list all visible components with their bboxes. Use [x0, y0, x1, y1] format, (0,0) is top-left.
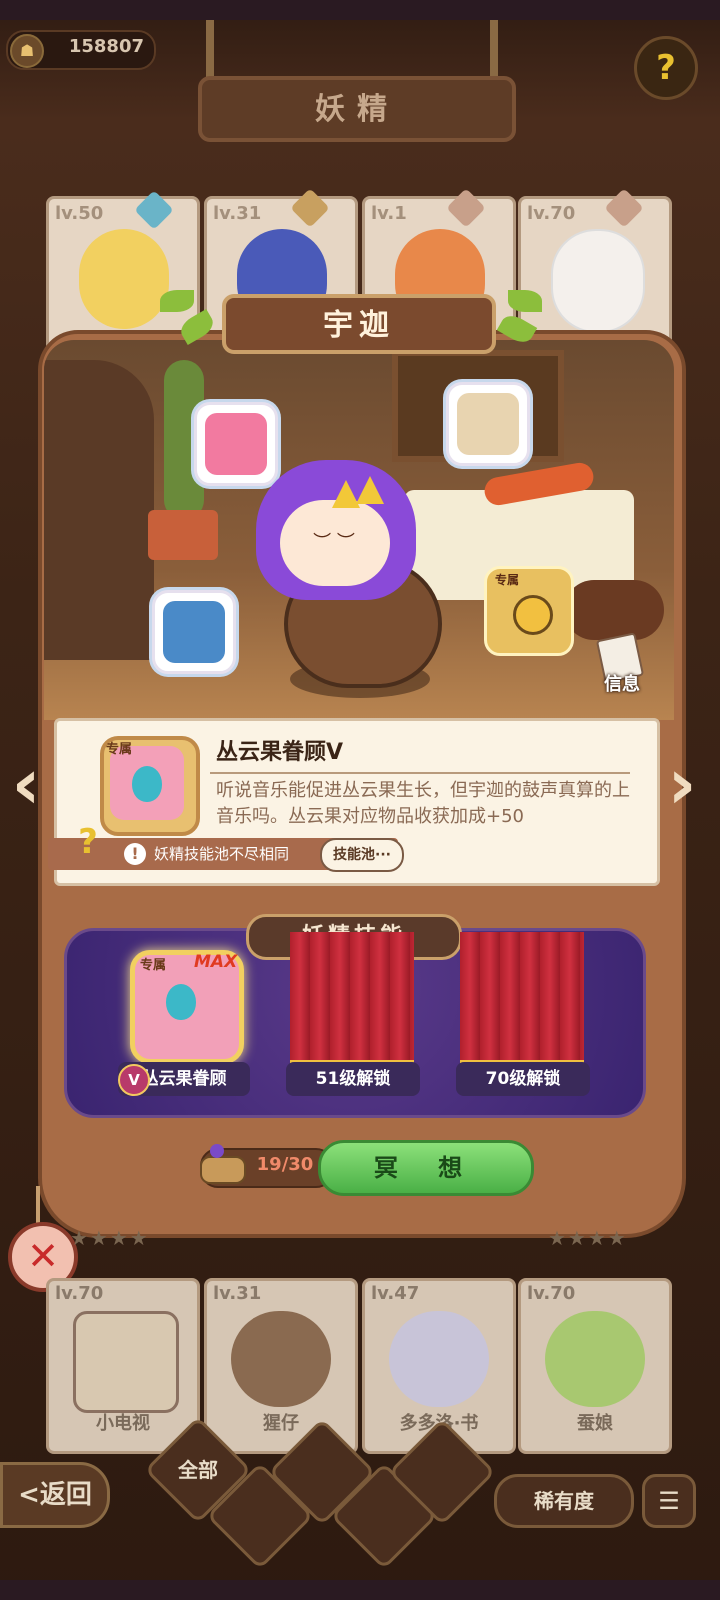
- bee-icon: [513, 595, 553, 635]
- card-level: lv.31: [213, 1283, 262, 1304]
- skill-pool-button[interactable]: 技能池···: [320, 838, 404, 872]
- bottom-strip: [0, 1580, 720, 1600]
- fairy-portrait: [73, 1311, 179, 1413]
- fairy-portrait: [79, 229, 169, 329]
- mood-bubble[interactable]: [194, 402, 278, 486]
- meditate-button[interactable]: 冥 想: [318, 1140, 534, 1196]
- top-strip: [0, 0, 720, 20]
- cloud-fruit-icon: [166, 984, 196, 1020]
- fairy-portrait: [551, 229, 645, 333]
- pot-bubble[interactable]: [152, 590, 236, 674]
- angry-face-icon: [205, 413, 267, 475]
- max-badge: MAX: [194, 952, 238, 972]
- star-rating: ★★★★: [548, 1226, 628, 1250]
- card-level: lv.50: [55, 203, 104, 224]
- locked-slot-curtain[interactable]: [290, 932, 414, 1068]
- wood-bundle-icon: [196, 1142, 246, 1188]
- flower-pot: [148, 510, 218, 560]
- staircase: [44, 360, 154, 660]
- exclusive-tag: 专属: [106, 742, 133, 757]
- closed-eyes-icon: ︶ ︶: [313, 532, 355, 553]
- cloud-fruit-icon: [132, 766, 162, 802]
- meditation-count: 19/30: [256, 1154, 314, 1175]
- locked-slot-curtain[interactable]: [460, 932, 584, 1068]
- star-rating: ★★★★: [70, 1226, 150, 1250]
- fairy-portrait: [231, 1311, 331, 1407]
- skill-slot-label: 70级解锁: [456, 1062, 590, 1096]
- currency-amount: 158807: [68, 36, 144, 57]
- card-level: lv.47: [371, 1283, 420, 1304]
- next-fairy-arrow[interactable]: ›: [660, 746, 704, 822]
- card-level: lv.31: [213, 203, 262, 224]
- leaf-decoration: [508, 290, 542, 312]
- fairy-card[interactable]: lv.70 蚕娘: [518, 1278, 672, 1454]
- back-button[interactable]: <返回: [0, 1462, 110, 1528]
- stool: [564, 580, 664, 640]
- coin-icon: ☗: [10, 34, 44, 68]
- card-level: lv.1: [371, 203, 407, 224]
- card-level: lv.70: [527, 1283, 576, 1304]
- fairy-name: 宇迦: [323, 308, 395, 343]
- leaf-decoration: [160, 290, 194, 312]
- fairy-card[interactable]: lv.70: [518, 196, 672, 352]
- warning-text: 妖精技能池不尽相同: [154, 845, 290, 863]
- fairy-portrait: [389, 1311, 489, 1407]
- water-pot-icon: [163, 601, 225, 663]
- harvest-bubble[interactable]: [446, 382, 530, 466]
- card-level: lv.70: [527, 203, 576, 224]
- horn-icon: [356, 476, 384, 504]
- harvest-sack-icon: [457, 393, 519, 455]
- help-button[interactable]: ?: [634, 36, 698, 100]
- help-icon[interactable]: ?: [68, 822, 108, 866]
- info-button[interactable]: 信息: [596, 670, 648, 695]
- close-rope: [36, 1186, 40, 1226]
- filter-all-label: 全部: [178, 1458, 218, 1482]
- fairy-card[interactable]: lv.70 小电视: [46, 1278, 200, 1454]
- exclusive-tag: 专属: [495, 573, 520, 587]
- divider: [210, 772, 630, 774]
- warning-icon: !: [124, 843, 146, 865]
- fairy-card[interactable]: lv.50: [46, 196, 200, 352]
- skill-name: 丛云果眷顾V: [216, 740, 344, 765]
- exclusive-skill-bubble[interactable]: 专属: [484, 566, 574, 656]
- card-name: 蚕娘: [577, 1413, 613, 1434]
- skill-slot-label: 51级解锁: [286, 1062, 420, 1096]
- sort-order-icon[interactable]: ☰: [642, 1474, 696, 1528]
- skill-description: 听说音乐能促进丛云果生长，但宇迦的鼓声真算的上音乐吗。丛云果对应物品收获加成+5…: [216, 780, 630, 827]
- card-level: lv.70: [55, 1283, 104, 1304]
- page-title: 妖精: [315, 92, 399, 127]
- level-badge: V: [118, 1064, 150, 1096]
- rarity-sort-button[interactable]: 稀有度: [494, 1474, 634, 1528]
- prev-fairy-arrow[interactable]: ‹: [4, 746, 48, 822]
- card-name: 小电视: [96, 1413, 150, 1434]
- fairy-portrait: [545, 1311, 645, 1407]
- fairy-card[interactable]: lv.31 猩仔: [204, 1278, 358, 1454]
- exclusive-tag: 专属: [140, 958, 167, 973]
